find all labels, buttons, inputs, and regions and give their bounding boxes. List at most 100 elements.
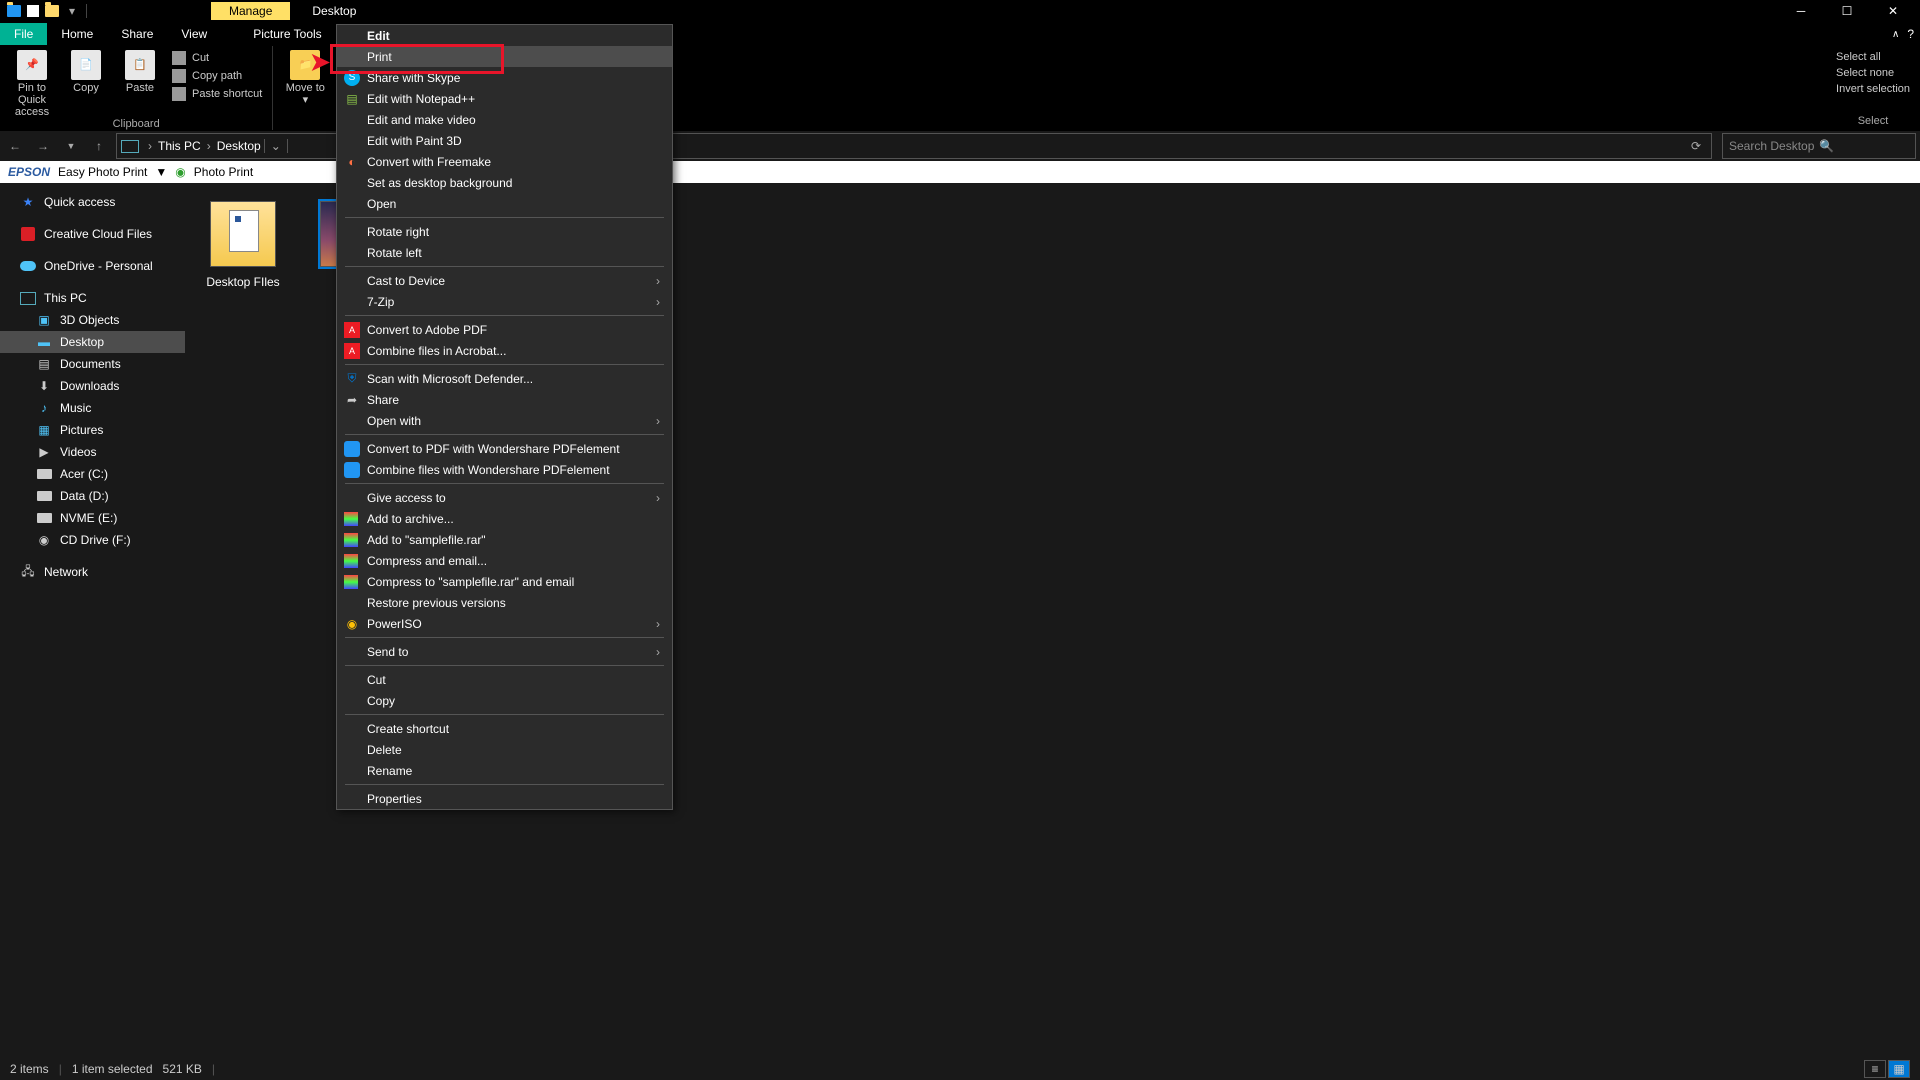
- tree-desktop[interactable]: ▬Desktop: [0, 331, 185, 353]
- tree-nvme-e[interactable]: NVME (E:): [0, 507, 185, 529]
- ctx-7zip[interactable]: 7-Zip›: [337, 291, 672, 312]
- ctx-create-shortcut[interactable]: Create shortcut: [337, 718, 672, 739]
- notepad-icon: ▤: [344, 91, 360, 107]
- ctx-cast-to-device[interactable]: Cast to Device›: [337, 270, 672, 291]
- ctx-notepad[interactable]: ▤Edit with Notepad++: [337, 88, 672, 109]
- navigation-tree: ★Quick access Creative Cloud Files OneDr…: [0, 183, 185, 1059]
- ctx-copy[interactable]: Copy: [337, 690, 672, 711]
- qat-item-1[interactable]: [27, 5, 39, 17]
- ctx-cut[interactable]: Cut: [337, 669, 672, 690]
- view-tab[interactable]: View: [167, 23, 221, 45]
- up-button[interactable]: ↑: [88, 135, 110, 157]
- copy-button[interactable]: 📄Copy: [62, 48, 110, 94]
- ctx-set-background[interactable]: Set as desktop background: [337, 172, 672, 193]
- move-to-button[interactable]: 📁Move to▾: [281, 48, 329, 106]
- close-button[interactable]: ✕: [1870, 0, 1916, 22]
- select-none-button[interactable]: Select none: [1834, 66, 1912, 80]
- pin-icon: 📌: [17, 50, 47, 80]
- separator: |: [212, 1062, 215, 1076]
- ctx-combine-acrobat[interactable]: ACombine files in Acrobat...: [337, 340, 672, 361]
- back-button[interactable]: ←: [4, 135, 26, 157]
- picture-tools-tab[interactable]: Picture Tools: [239, 23, 335, 45]
- minimize-button[interactable]: ─: [1778, 0, 1824, 22]
- ctx-edit[interactable]: Edit: [337, 25, 672, 46]
- ctx-share-skype[interactable]: SShare with Skype: [337, 67, 672, 88]
- tree-network[interactable]: 🖧Network: [0, 561, 185, 583]
- copy-path-button[interactable]: Copy path: [170, 68, 264, 84]
- file-tab[interactable]: File: [0, 23, 47, 45]
- ctx-open-with[interactable]: Open with›: [337, 410, 672, 431]
- tree-thispc[interactable]: This PC: [0, 287, 185, 309]
- ctx-rotate-left[interactable]: Rotate left: [337, 242, 672, 263]
- ctx-add-archive[interactable]: Add to archive...: [337, 508, 672, 529]
- ctx-print[interactable]: Print: [337, 46, 672, 67]
- ctx-poweriso[interactable]: ◉PowerISO›: [337, 613, 672, 634]
- ctx-compress-rar-email[interactable]: Compress to "samplefile.rar" and email: [337, 571, 672, 592]
- ctx-send-to[interactable]: Send to›: [337, 641, 672, 662]
- ctx-add-rar[interactable]: Add to "samplefile.rar": [337, 529, 672, 550]
- share-tab[interactable]: Share: [107, 23, 167, 45]
- separator: [345, 434, 664, 435]
- tree-documents[interactable]: ▤Documents: [0, 353, 185, 375]
- manage-tab[interactable]: Manage: [211, 2, 290, 20]
- collapse-ribbon-icon[interactable]: ∧: [1892, 29, 1899, 40]
- ctx-rename[interactable]: Rename: [337, 760, 672, 781]
- ctx-wondershare-combine[interactable]: Combine files with Wondershare PDFelemen…: [337, 459, 672, 480]
- pin-quick-access-button[interactable]: 📌Pin to Quick access: [8, 48, 56, 118]
- address-dropdown[interactable]: ⌄: [264, 139, 288, 153]
- tree-videos[interactable]: ▶Videos: [0, 441, 185, 463]
- cut-button[interactable]: Cut: [170, 50, 264, 66]
- tree-data-d[interactable]: Data (D:): [0, 485, 185, 507]
- adobe-icon: A: [344, 322, 360, 338]
- search-placeholder: Search Desktop: [1729, 139, 1819, 153]
- qat-dropdown[interactable]: ▾: [65, 4, 79, 18]
- tree-3d-objects[interactable]: ▣3D Objects: [0, 309, 185, 331]
- ctx-compress-email[interactable]: Compress and email...: [337, 550, 672, 571]
- ctx-properties[interactable]: Properties: [337, 788, 672, 809]
- paste-shortcut-button[interactable]: Paste shortcut: [170, 86, 264, 102]
- ctx-restore-versions[interactable]: Restore previous versions: [337, 592, 672, 613]
- ctx-paint3d[interactable]: Edit with Paint 3D: [337, 130, 672, 151]
- dropdown-icon[interactable]: ▼: [155, 165, 167, 179]
- tree-cd-f[interactable]: ◉CD Drive (F:): [0, 529, 185, 551]
- tree-pictures[interactable]: ▦Pictures: [0, 419, 185, 441]
- photo-print[interactable]: Photo Print: [194, 165, 253, 179]
- crumb-desktop[interactable]: Desktop: [214, 139, 264, 153]
- ctx-convert-adobe-pdf[interactable]: AConvert to Adobe PDF: [337, 319, 672, 340]
- paste-button[interactable]: 📋Paste: [116, 48, 164, 94]
- recent-dropdown[interactable]: ▼: [60, 135, 82, 157]
- ctx-defender-scan[interactable]: ⛨Scan with Microsoft Defender...: [337, 368, 672, 389]
- select-all-button[interactable]: Select all: [1834, 50, 1912, 64]
- ctx-make-video[interactable]: Edit and make video: [337, 109, 672, 130]
- disk-icon: [36, 488, 52, 504]
- qat-item-2[interactable]: [45, 4, 59, 18]
- explorer-icon: [7, 4, 21, 18]
- home-tab[interactable]: Home: [47, 23, 107, 45]
- tree-creative-cloud[interactable]: Creative Cloud Files: [0, 223, 185, 245]
- status-bar: 2 items | 1 item selected 521 KB | ≡ ▦: [0, 1058, 1920, 1080]
- ctx-freemake[interactable]: ◐Convert with Freemake: [337, 151, 672, 172]
- tree-acer-c[interactable]: Acer (C:): [0, 463, 185, 485]
- crumb-thispc[interactable]: This PC: [155, 139, 204, 153]
- easy-photo-print[interactable]: Easy Photo Print: [58, 165, 147, 179]
- refresh-button[interactable]: ⟳: [1685, 139, 1707, 153]
- tree-downloads[interactable]: ⬇Downloads: [0, 375, 185, 397]
- help-icon[interactable]: ?: [1907, 27, 1914, 41]
- thumbnail-view-button[interactable]: ▦: [1888, 1060, 1910, 1078]
- skype-icon: S: [344, 70, 360, 86]
- maximize-button[interactable]: ☐: [1824, 0, 1870, 22]
- ctx-wondershare-pdf[interactable]: Convert to PDF with Wondershare PDFeleme…: [337, 438, 672, 459]
- search-input[interactable]: Search Desktop 🔍: [1722, 133, 1916, 159]
- ctx-delete[interactable]: Delete: [337, 739, 672, 760]
- ctx-rotate-right[interactable]: Rotate right: [337, 221, 672, 242]
- details-view-button[interactable]: ≡: [1864, 1060, 1886, 1078]
- ctx-open[interactable]: Open: [337, 193, 672, 214]
- tree-music[interactable]: ♪Music: [0, 397, 185, 419]
- ctx-share[interactable]: ➦Share: [337, 389, 672, 410]
- tree-onedrive[interactable]: OneDrive - Personal: [0, 255, 185, 277]
- ctx-give-access[interactable]: Give access to›: [337, 487, 672, 508]
- file-desktop-files[interactable]: Desktop FIles: [203, 201, 283, 289]
- tree-quick-access[interactable]: ★Quick access: [0, 191, 185, 213]
- invert-selection-button[interactable]: Invert selection: [1834, 82, 1912, 96]
- forward-button[interactable]: →: [32, 135, 54, 157]
